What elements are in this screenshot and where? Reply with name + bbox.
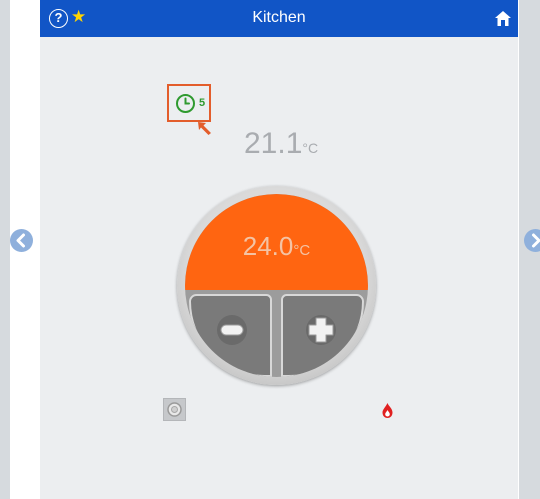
pointer-arrow-icon	[198, 122, 211, 135]
schedule-indicator[interactable]: 5	[167, 84, 211, 122]
flame-icon	[382, 403, 393, 418]
minus-icon	[217, 315, 247, 345]
setpoint-display: 24.0°C	[185, 194, 368, 290]
setpoint-temperature: 24.0°C	[185, 231, 368, 262]
mode-button[interactable]	[163, 398, 186, 421]
page-title: Kitchen	[252, 9, 306, 26]
current-temperature: 21.1°C	[244, 127, 318, 161]
setpoint-value: 24.0	[242, 231, 294, 261]
plus-icon	[306, 315, 336, 345]
clock-icon	[176, 94, 195, 113]
schedule-count: 5	[199, 97, 206, 109]
mode-icon	[167, 402, 182, 417]
chevron-left-icon[interactable]	[10, 229, 33, 252]
thermostat-dial: 24.0°C	[177, 186, 376, 385]
header-bar: ? ★ Kitchen	[40, 0, 518, 37]
left-margin	[0, 0, 10, 499]
home-icon[interactable]	[494, 10, 512, 27]
current-temperature-unit: °C	[302, 140, 319, 156]
current-temperature-value: 21.1	[244, 127, 303, 160]
chevron-right-icon[interactable]	[524, 229, 540, 252]
dial-face: 24.0°C	[185, 194, 368, 377]
setpoint-unit: °C	[293, 242, 311, 259]
